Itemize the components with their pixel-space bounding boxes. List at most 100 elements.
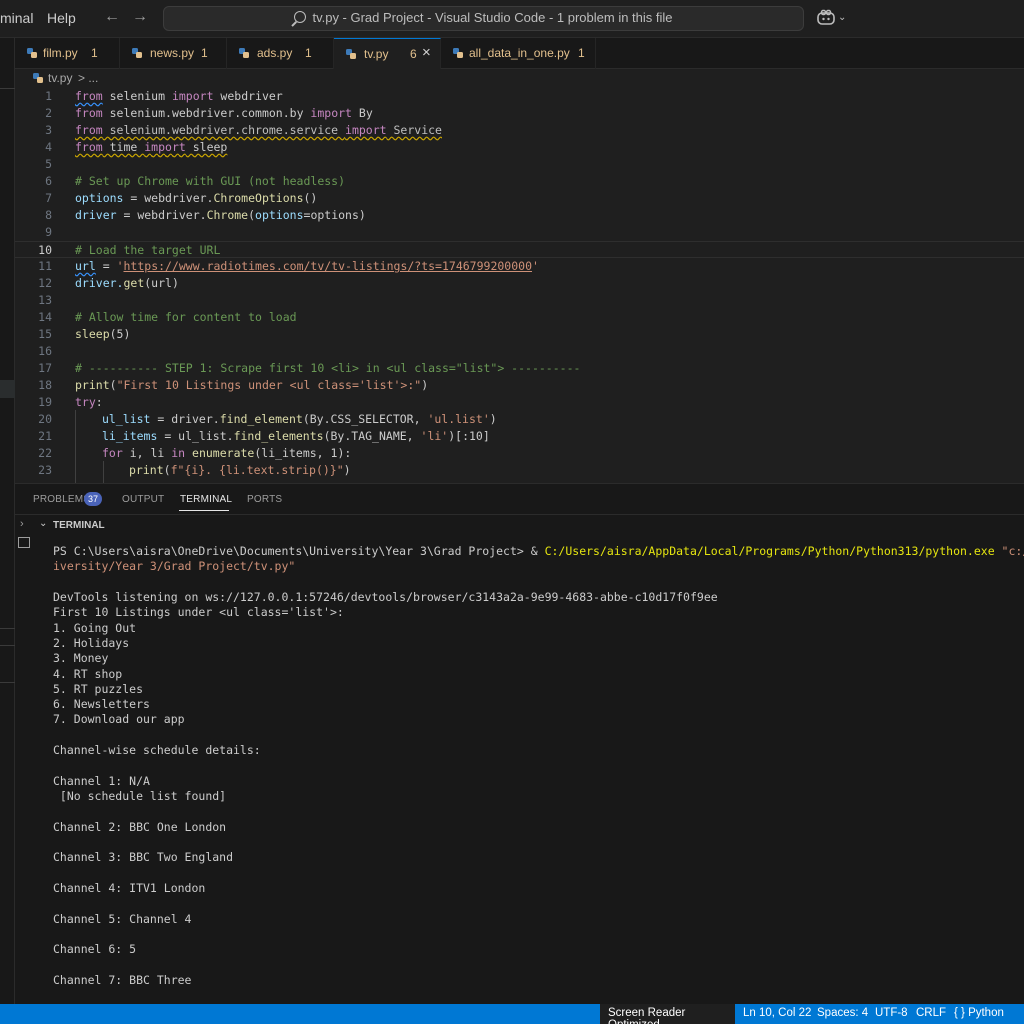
python-file-icon (453, 48, 463, 58)
menu-terminal[interactable]: minal (0, 10, 33, 26)
terminal-line: 5. RT puzzles (53, 682, 144, 696)
strip-divider (0, 628, 15, 629)
line-number: 11 (38, 259, 52, 273)
terminal-line: Channel-wise schedule details: (53, 743, 261, 757)
code-line: 7 options = webdriver.ChromeOptions() (15, 190, 1024, 207)
terminal-line: Channel 3: BBC Two England (53, 850, 234, 864)
tab-label: all_data_in_one.py (469, 46, 570, 60)
line-number: 23 (38, 463, 52, 477)
problems-count-badge: 37 (84, 492, 102, 506)
code-line: 18 print("First 10 Listings under <ul cla… (15, 377, 1024, 394)
code-line: 14 # Allow time for content to load (15, 309, 1024, 326)
status-screen-reader-label: Screen Reader Optimized (608, 1007, 686, 1024)
code-comment: # Load the target URL (75, 243, 221, 257)
code-comment: # Allow time for content to load (75, 310, 297, 324)
code-text: from selenium import webdriver (75, 89, 283, 103)
line-number: 15 (38, 327, 52, 341)
chevron-down-icon[interactable]: ⌄ (39, 518, 47, 529)
line-number: 16 (38, 344, 52, 358)
terminal-section-header[interactable]: ⌄ TERMINAL (15, 514, 1024, 536)
tab-ports[interactable]: PORTS (247, 494, 282, 505)
status-encoding[interactable]: UTF-8 (875, 1007, 908, 1019)
command-center[interactable]: tv.py - Grad Project - Visual Studio Cod… (163, 6, 804, 31)
status-language[interactable]: { } Python (954, 1007, 1004, 1019)
status-screen-reader[interactable]: Screen Reader Optimized (600, 1004, 735, 1024)
tab-problems[interactable]: PROBLEMS (33, 494, 90, 505)
terminal-line: 6. Newsletters (53, 697, 150, 711)
terminal-output[interactable]: PS C:\Users\aisra\OneDrive\Documents\Uni… (53, 544, 1024, 1004)
line-number: 22 (38, 446, 52, 460)
tab-label: film.py (43, 46, 78, 60)
python-file-icon (27, 48, 37, 58)
code-text: from selenium.webdriver.common.by import… (75, 106, 373, 120)
close-icon[interactable]: × (422, 44, 431, 61)
code-line-current: 10 # Load the target URL (15, 241, 1024, 258)
strip-divider (0, 682, 15, 683)
line-number: 10 (38, 243, 52, 257)
line-number: 13 (38, 293, 52, 307)
status-indentation[interactable]: Spaces: 4 (817, 1007, 868, 1019)
tab-problem-count: 1 (578, 46, 585, 60)
code-line: 1 from selenium import webdriver (15, 88, 1024, 105)
tab-terminal[interactable]: TERMINAL (180, 494, 232, 505)
status-cursor-position[interactable]: Ln 10, Col 22 (743, 1007, 811, 1019)
line-number: 3 (45, 123, 52, 137)
code-line: 6 # Set up Chrome with GUI (not headless) (15, 173, 1024, 190)
terminal-line: 4. RT shop (53, 667, 123, 681)
terminal-line: Channel 7: BBC Three (53, 973, 192, 987)
chevron-down-icon[interactable]: ⌄ (838, 12, 846, 23)
code-text: driver.get(url) (75, 276, 179, 290)
code-line: 15 sleep(5) (15, 326, 1024, 343)
python-file-icon (239, 48, 249, 58)
tab-label: news.py (150, 46, 195, 60)
tab-output[interactable]: OUTPUT (122, 494, 164, 505)
tab-problem-count: 1 (91, 46, 98, 60)
line-number: 21 (38, 429, 52, 443)
code-line: 21 li_items = ul_list.find_elements(By.TA… (15, 428, 1024, 445)
line-number: 14 (38, 310, 52, 324)
code-line: 9 (15, 224, 1024, 241)
code-text: options = webdriver.ChromeOptions() (75, 191, 318, 205)
code-line: 4 from time import sleep (15, 139, 1024, 156)
terminal-line: [No schedule list found] (53, 789, 227, 803)
code-text: from selenium.webdriver.chrome.service i… (75, 123, 442, 137)
terminal-prompt-line: iversity/Year 3/Grad Project/tv.py" (53, 559, 296, 573)
terminal-icon[interactable] (18, 537, 30, 548)
line-number: 6 (45, 174, 52, 188)
breadcrumb-file[interactable]: tv.py (48, 71, 72, 85)
line-number: 20 (38, 412, 52, 426)
breadcrumb-separator[interactable]: > ... (78, 71, 98, 85)
forward-arrow-icon[interactable]: → (132, 8, 148, 26)
code-line: 23 print(f"{i}. {li.text.strip()}") (15, 462, 1024, 479)
code-text: print(f"{i}. {li.text.strip()}") (129, 463, 351, 477)
line-number: 1 (45, 89, 52, 103)
code-line: 8 driver = webdriver.Chrome(options=optio… (15, 207, 1024, 224)
line-number: 19 (38, 395, 52, 409)
line-number: 8 (45, 208, 52, 222)
title-bar: minal Help ← → tv.py - Grad Project - Vi… (0, 0, 1024, 38)
tab-ads-py[interactable]: ads.py 1 (227, 38, 334, 69)
tab-tv-py[interactable]: tv.py 6 × (334, 38, 441, 69)
line-number: 7 (45, 191, 52, 205)
tab-film-py[interactable]: film.py 1 (15, 38, 120, 69)
code-line: 2 from selenium.webdriver.common.by impor… (15, 105, 1024, 122)
code-text: url = 'https://www.radiotimes.com/tv/tv-… (75, 259, 539, 273)
terminal-line: 3. Money (53, 651, 109, 665)
tab-problem-count: 1 (201, 46, 208, 60)
code-text: driver = webdriver.Chrome(options=option… (75, 208, 366, 222)
tab-label: tv.py (364, 47, 389, 61)
python-file-icon (33, 73, 43, 83)
menu-help[interactable]: Help (47, 10, 76, 26)
status-bar: Screen Reader Optimized Ln 10, Col 22 Sp… (0, 1004, 1024, 1024)
copilot-icon[interactable] (816, 9, 836, 26)
tab-news-py[interactable]: news.py 1 (120, 38, 227, 69)
tab-all-data-in-one-py[interactable]: all_data_in_one.py 1 (441, 38, 596, 69)
status-eol[interactable]: CRLF (916, 1007, 946, 1019)
back-arrow-icon[interactable]: ← (104, 8, 120, 26)
active-tab-underline (179, 510, 229, 511)
code-editor[interactable]: 1 from selenium import webdriver 2 from se… (15, 88, 1024, 483)
strip-active-item[interactable] (0, 380, 15, 398)
terminal-line: Channel 4: ITV1 London (53, 881, 206, 895)
terminal-line: First 10 Listings under <ul class='list'… (53, 605, 344, 619)
code-text: ul_list = driver.find_element(By.CSS_SEL… (102, 412, 497, 426)
